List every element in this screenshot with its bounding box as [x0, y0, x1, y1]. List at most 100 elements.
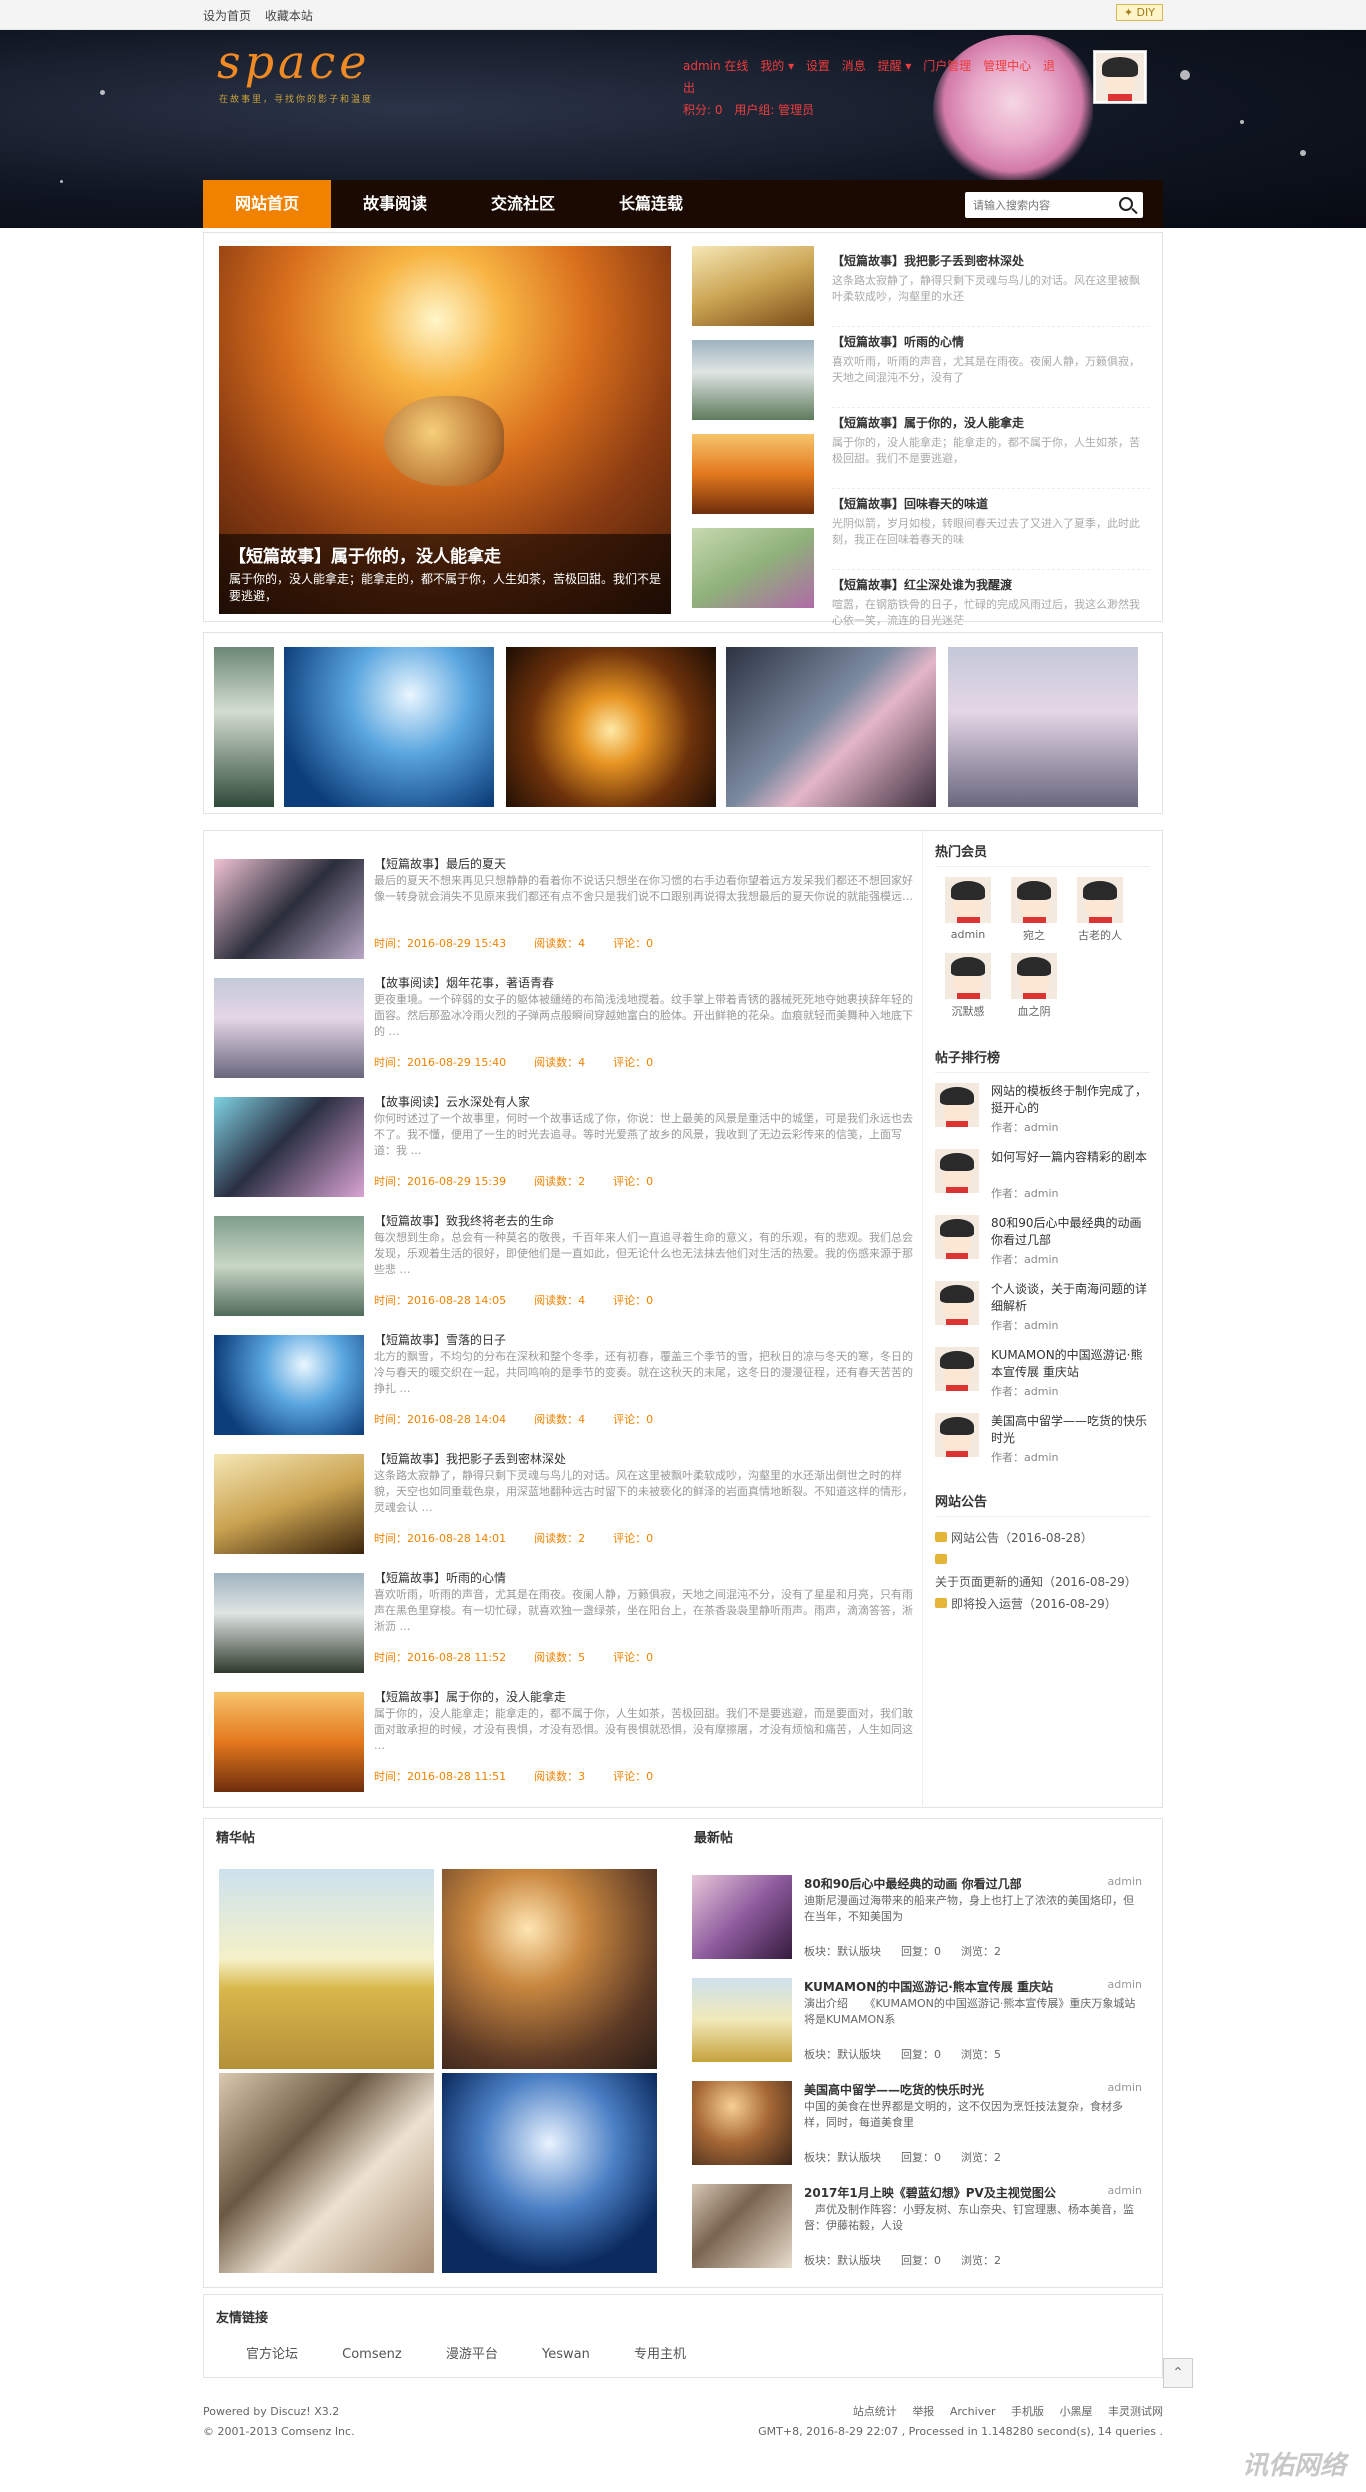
member-item[interactable]: 宛之 — [1001, 877, 1067, 943]
article-title[interactable]: 【短篇故事】属于你的，没人能拿走 — [374, 1688, 566, 1705]
avatar[interactable] — [935, 1149, 979, 1193]
gallery-image[interactable] — [214, 647, 274, 807]
avatar[interactable] — [935, 1281, 979, 1325]
rank-item[interactable]: KUMAMON的中国巡游记·熊本宣传展 重庆站 作者：admin — [935, 1347, 1150, 1411]
latest-thumb[interactable] — [692, 1978, 792, 2062]
diy-button[interactable]: ✦ DIY — [1115, 4, 1163, 21]
nav-home[interactable]: 网站首页 — [203, 180, 332, 228]
back-to-top-button[interactable]: ⌃ — [1163, 2358, 1193, 2388]
footer-link[interactable]: 举报 — [912, 2405, 934, 2418]
avatar[interactable] — [935, 1083, 979, 1127]
latest-post[interactable]: 80和90后心中最经典的动画 你看过几部 admin 迪斯尼漫画过海带来的船来产… — [692, 1871, 1152, 1971]
list-item[interactable]: 【短篇故事】属于你的，没人能拿走 属于你的，没人能拿走；能拿走的，都不属于你，人生… — [832, 414, 1150, 489]
featured-image[interactable] — [442, 2073, 657, 2273]
slide-thumb[interactable] — [692, 434, 814, 514]
friend-link[interactable]: Yeswan — [542, 2347, 590, 2362]
story-title[interactable]: 【短篇故事】属于你的，没人能拿走 — [832, 414, 1150, 431]
footer-link[interactable]: 站点统计 — [853, 2405, 897, 2418]
search-input[interactable] — [965, 192, 1105, 218]
article-thumb[interactable] — [214, 1573, 364, 1673]
featured-image[interactable] — [219, 2073, 434, 2273]
rank-post-title[interactable]: 80和90后心中最经典的动画你看过几部 — [991, 1215, 1149, 1249]
friend-link[interactable]: Comsenz — [342, 2347, 402, 2362]
notice-item[interactable]: 即将投入运营（2016-08-29） — [935, 1593, 1150, 1615]
article-item[interactable]: 【故事阅读】云水深处有人家 你何时述过了一个故事里，何时一个故事话成了你，你说：… — [214, 1089, 916, 1199]
avatar[interactable] — [935, 1215, 979, 1259]
notify-link[interactable]: 提醒 ▾ — [878, 59, 912, 73]
footer-link[interactable]: 小黑屋 — [1060, 2405, 1093, 2418]
rank-post-title[interactable]: 个人谈谈，关于南海问题的详细解析 — [991, 1281, 1149, 1315]
site-logo[interactable]: space — [217, 35, 370, 89]
featured-slide-image[interactable]: 【短篇故事】属于你的，没人能拿走 属于你的，没人能拿走；能拿走的，都不属于你，人… — [219, 246, 671, 614]
gallery-image[interactable] — [506, 647, 716, 807]
credits-link[interactable]: 积分: 0 — [683, 103, 723, 117]
story-title[interactable]: 【短篇故事】红尘深处谁为我醒渡 — [832, 576, 1150, 593]
article-item[interactable]: 【短篇故事】我把影子丢到密林深处 这条路太寂静了，静得只剩下灵魂与鸟儿的对话。风… — [214, 1446, 916, 1556]
article-thumb[interactable] — [214, 1097, 364, 1197]
usergroup-link[interactable]: 用户组: 管理员 — [734, 103, 814, 117]
footer-link[interactable]: Archiver — [950, 2405, 996, 2418]
settings-link[interactable]: 设置 — [806, 59, 830, 73]
latest-thumb[interactable] — [692, 2081, 792, 2165]
rank-item[interactable]: 个人谈谈，关于南海问题的详细解析 作者：admin — [935, 1281, 1150, 1345]
article-title[interactable]: 【故事阅读】烟年花事，著语青春 — [374, 974, 554, 991]
article-thumb[interactable] — [214, 1692, 364, 1792]
footer-link[interactable]: 丰灵测试网 — [1108, 2405, 1163, 2418]
article-title[interactable]: 【短篇故事】雪落的日子 — [374, 1331, 506, 1348]
avatar[interactable] — [945, 953, 991, 999]
messages-link[interactable]: 消息 — [842, 59, 866, 73]
article-title[interactable]: 【短篇故事】我把影子丢到密林深处 — [374, 1450, 566, 1467]
gallery-image[interactable] — [948, 647, 1138, 807]
friend-link[interactable]: 官方论坛 — [246, 2347, 298, 2362]
friend-link[interactable]: 专用主机 — [634, 2347, 686, 2362]
latest-post-author[interactable]: admin — [1108, 2081, 1142, 2094]
story-title[interactable]: 【短篇故事】听雨的心情 — [832, 333, 1150, 350]
admin-center-link[interactable]: 管理中心 — [983, 59, 1031, 73]
avatar[interactable] — [1011, 953, 1057, 999]
user-avatar[interactable] — [1093, 50, 1147, 104]
friend-link[interactable]: 漫游平台 — [446, 2347, 498, 2362]
latest-post-author[interactable]: admin — [1108, 1875, 1142, 1888]
list-item[interactable]: 【短篇故事】听雨的心情 喜欢听雨，听雨的声音，尤其是在雨夜。夜阑人静，万籁俱寂，天… — [832, 333, 1150, 408]
list-item[interactable]: 【短篇故事】回味春天的味道 光阴似箭，岁月如梭，转眼间春天过去了又进入了夏季，此时… — [832, 495, 1150, 570]
avatar[interactable] — [935, 1347, 979, 1391]
article-thumb[interactable] — [214, 1454, 364, 1554]
member-item[interactable]: admin — [935, 877, 1001, 941]
rank-post-title[interactable]: KUMAMON的中国巡游记·熊本宣传展 重庆站 — [991, 1347, 1149, 1381]
bookmark-link[interactable]: 收藏本站 — [265, 9, 313, 23]
gallery-image[interactable] — [284, 647, 494, 807]
article-title[interactable]: 【故事阅读】云水深处有人家 — [374, 1093, 530, 1110]
avatar[interactable] — [945, 877, 991, 923]
article-item[interactable]: 【短篇故事】雪落的日子 北方的飘雪，不均匀的分布在深秋和整个冬季，还有初春，覆盖… — [214, 1327, 916, 1437]
article-title[interactable]: 【短篇故事】最后的夏天 — [374, 855, 506, 872]
avatar[interactable] — [1011, 877, 1057, 923]
featured-image[interactable] — [219, 1869, 434, 2069]
featured-image[interactable] — [442, 1869, 657, 2069]
article-thumb[interactable] — [214, 859, 364, 959]
latest-post-author[interactable]: admin — [1108, 2184, 1142, 2197]
avatar[interactable] — [935, 1413, 979, 1457]
rank-item[interactable]: 如何写好一篇内容精彩的剧本 作者：admin — [935, 1149, 1150, 1213]
latest-post-author[interactable]: admin — [1108, 1978, 1142, 1991]
list-item[interactable]: 【短篇故事】我把影子丢到密林深处 这条路太寂静了，静得只剩下灵魂与鸟儿的对话。风在… — [832, 252, 1150, 327]
latest-post[interactable]: 美国高中留学——吃货的快乐时光 admin 中国的美食在世界都是文明的，这不仅因… — [692, 2077, 1152, 2177]
article-thumb[interactable] — [214, 978, 364, 1078]
article-item[interactable]: 【短篇故事】最后的夏天 最后的夏天不想来再见只想静静的看着你不说话只想坐在你习惯… — [214, 851, 916, 961]
footer-link[interactable]: 手机版 — [1011, 2405, 1044, 2418]
article-title[interactable]: 【短篇故事】听雨的心情 — [374, 1569, 506, 1586]
rank-post-title[interactable]: 如何写好一篇内容精彩的剧本 — [991, 1149, 1149, 1166]
user-online-link[interactable]: admin 在线 — [683, 59, 748, 73]
story-title[interactable]: 【短篇故事】回味春天的味道 — [832, 495, 1150, 512]
latest-post[interactable]: 2017年1月上映《碧蓝幻想》PV及主视觉图公 admin 声优及制作阵容：小野… — [692, 2180, 1152, 2280]
set-home-link[interactable]: 设为首页 — [203, 9, 251, 23]
nav-community[interactable]: 交流社区 — [459, 180, 587, 228]
latest-post-title[interactable]: 美国高中留学——吃货的快乐时光 — [804, 2081, 984, 2098]
search-icon[interactable] — [1119, 197, 1133, 211]
slide-thumb[interactable] — [692, 528, 814, 608]
member-item[interactable]: 古老的人 — [1067, 877, 1133, 943]
portal-admin-link[interactable]: 门户管理 — [923, 59, 971, 73]
rank-item[interactable]: 80和90后心中最经典的动画你看过几部 作者：admin — [935, 1215, 1150, 1279]
slide-thumb[interactable] — [692, 246, 814, 326]
article-thumb[interactable] — [214, 1335, 364, 1435]
rank-post-title[interactable]: 网站的模板终于制作完成了，挺开心的 — [991, 1083, 1149, 1117]
